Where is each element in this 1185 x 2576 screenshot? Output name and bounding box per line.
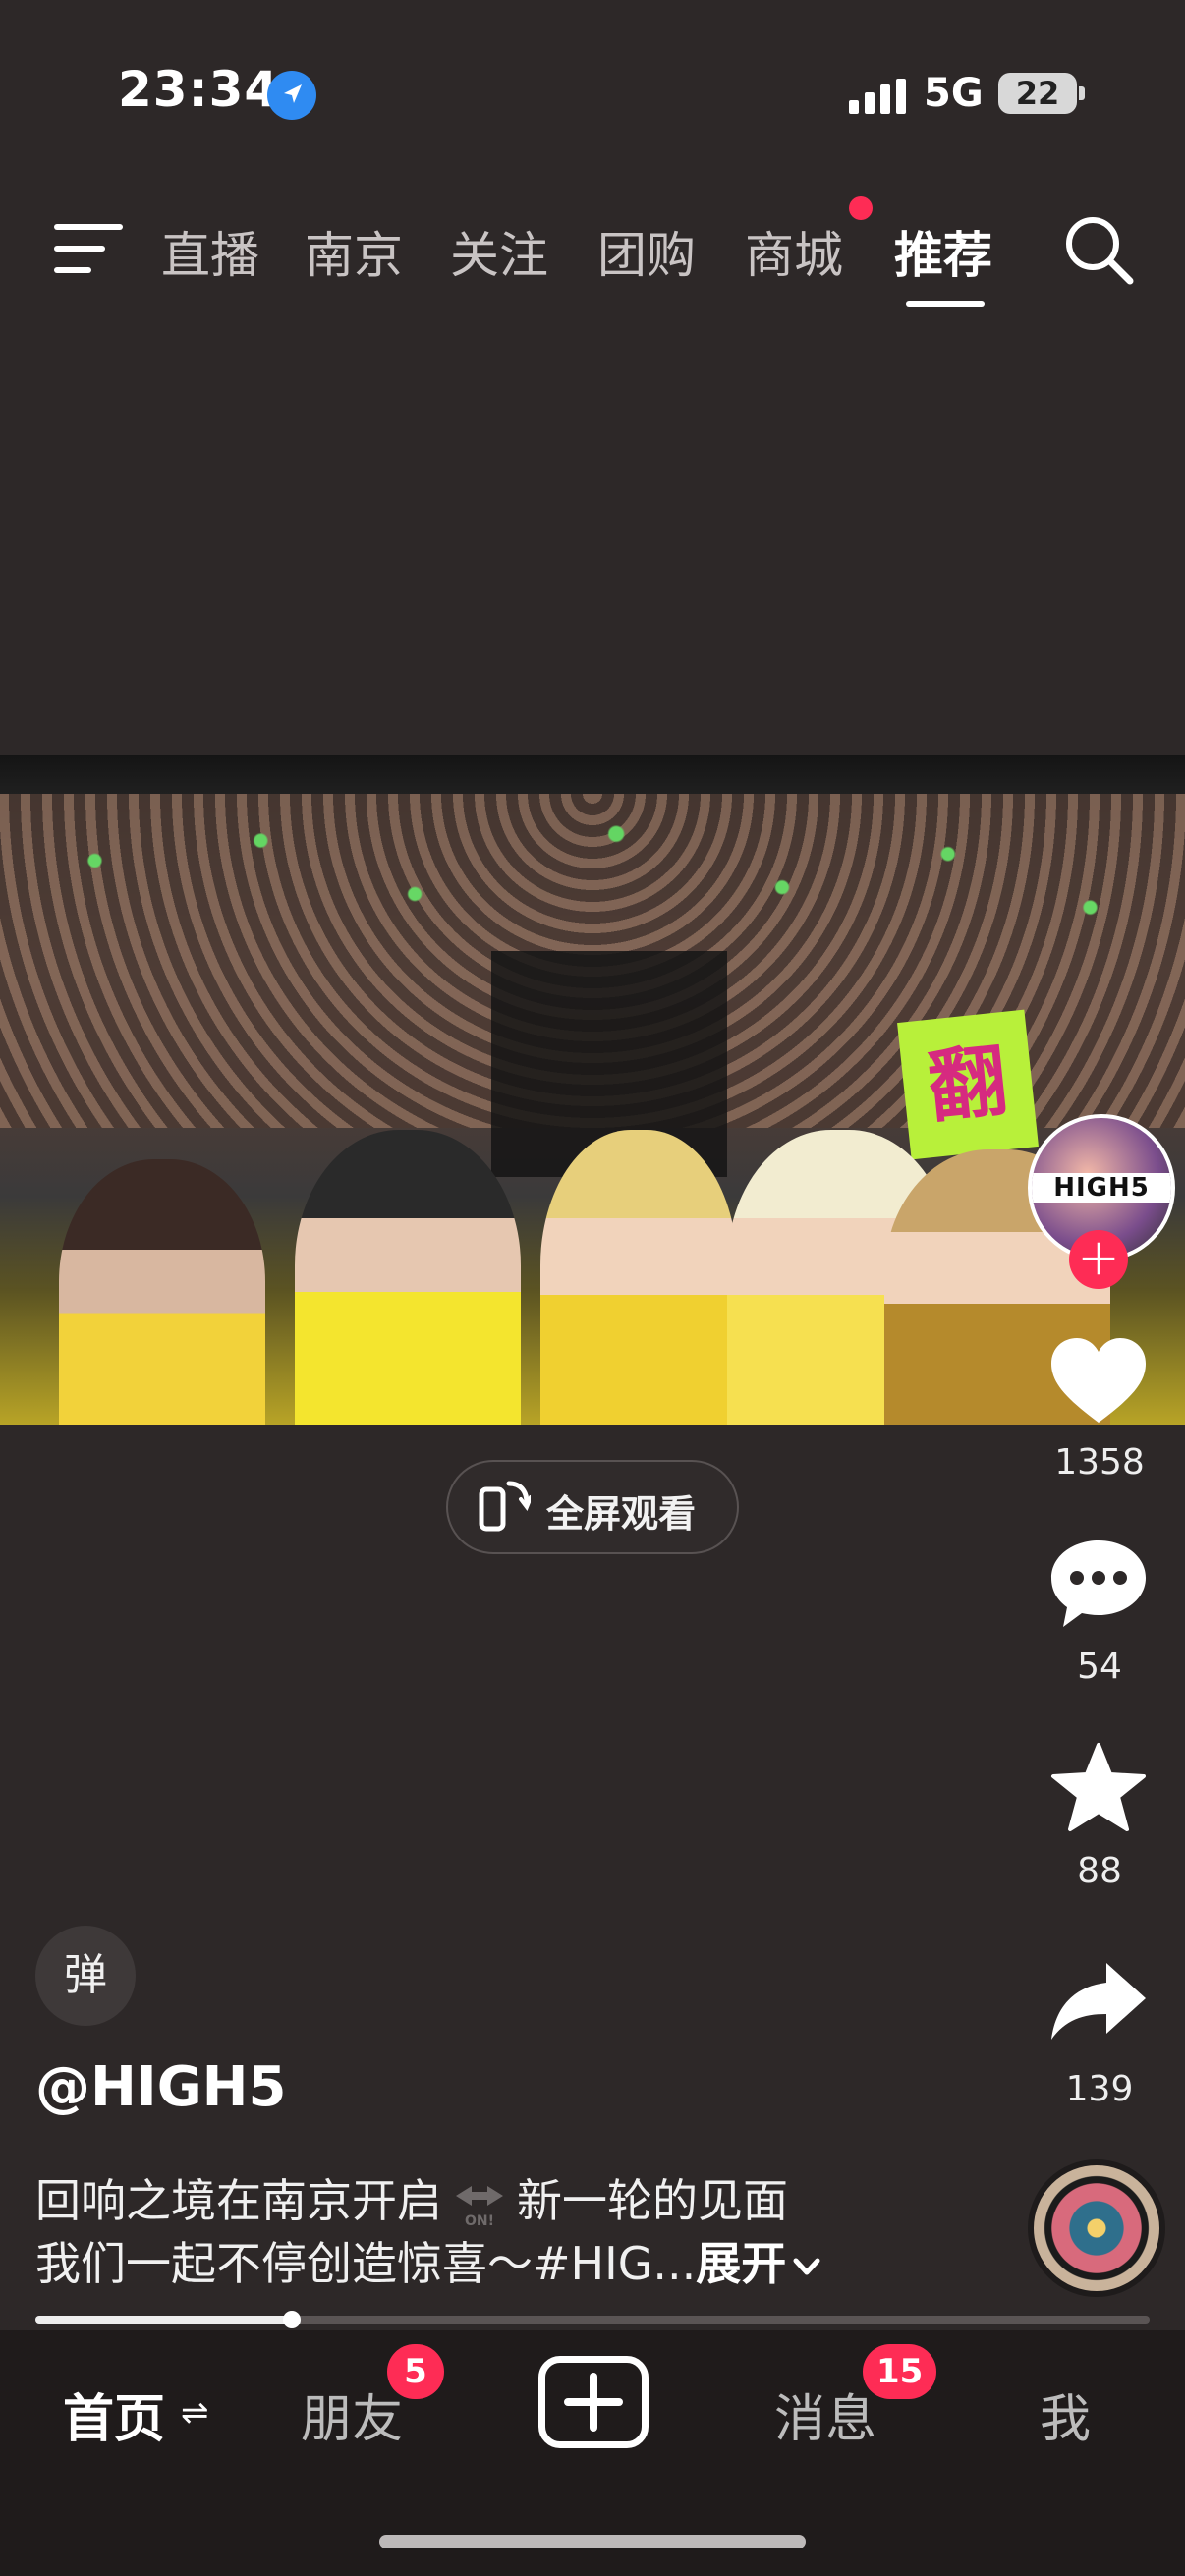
messages-badge: 15 — [863, 2344, 937, 2399]
caption-text-1a: 回响之境在南京开启 — [35, 2174, 442, 2227]
refresh-swap-icon: ⇌ — [181, 2393, 209, 2433]
home-indicator — [379, 2535, 806, 2548]
video-person — [59, 1159, 265, 1425]
author-name[interactable]: @HIGH5 — [35, 2055, 287, 2119]
tab-following[interactable]: 关注 — [450, 216, 548, 287]
progress-fill — [35, 2316, 292, 2324]
progress-thumb[interactable] — [283, 2311, 301, 2328]
tab-me[interactable]: 我 — [1040, 2378, 1091, 2451]
on-sticker-text: ON! — [465, 2213, 494, 2229]
tab-home[interactable]: 首页 — [63, 2378, 165, 2451]
caption-text-2: 我们一起不停创造惊喜～#HIG... — [35, 2237, 697, 2290]
heart-icon[interactable] — [1047, 1334, 1150, 1428]
comment-icon[interactable] — [1047, 1537, 1150, 1631]
rotate-screen-icon — [479, 1481, 531, 1532]
tab-messages[interactable]: 消息 — [774, 2378, 876, 2451]
search-icon[interactable] — [1061, 212, 1136, 287]
video-person — [295, 1130, 521, 1425]
battery-nub — [1079, 86, 1085, 100]
battery-icon: 22 — [998, 73, 1077, 114]
fan-sign: 翻 — [897, 1009, 1039, 1160]
plus-icon-vertical — [590, 2373, 597, 2432]
video-person — [540, 1130, 737, 1425]
tab-mall[interactable]: 商城 — [745, 216, 843, 287]
chevron-down-icon — [793, 2258, 820, 2274]
music-disc[interactable] — [1028, 2159, 1165, 2297]
signal-strength-icon — [849, 79, 906, 114]
network-type: 5G — [924, 71, 984, 116]
fullscreen-label[interactable]: 全屏观看 — [546, 1484, 696, 1538]
follow-button[interactable]: + — [1069, 1230, 1128, 1289]
location-arrow-icon — [267, 71, 316, 120]
caption-line-1: 回响之境在南京开启 ON! 新一轮的见面 — [35, 2165, 788, 2230]
share-icon[interactable] — [1047, 1955, 1150, 2049]
star-icon[interactable] — [1047, 1741, 1150, 1835]
tab-group-buy[interactable]: 团购 — [597, 216, 696, 287]
comment-count: 54 — [1077, 1647, 1122, 1687]
mall-notification-dot — [849, 196, 873, 220]
caption-text-1b: 新一轮的见面 — [517, 2174, 788, 2227]
avatar-logo-text: HIGH5 — [1032, 1173, 1171, 1203]
active-tab-underline — [906, 301, 985, 307]
like-count: 1358 — [1054, 1442, 1145, 1483]
favorite-count: 88 — [1077, 1851, 1122, 1891]
danmaku-button[interactable]: 弹 — [35, 1926, 136, 2026]
status-time: 23:34 — [118, 61, 280, 118]
tab-recommend[interactable]: 推荐 — [894, 216, 992, 287]
friends-badge: 5 — [387, 2344, 444, 2399]
tab-friends[interactable]: 朋友 — [301, 2378, 403, 2451]
on-sticker-icon: ON! — [456, 2185, 503, 2229]
share-count: 139 — [1065, 2069, 1134, 2109]
caption-line-2: 我们一起不停创造惊喜～#HIG...展开 — [35, 2228, 823, 2293]
tab-nanjing[interactable]: 南京 — [305, 216, 403, 287]
video-player[interactable]: 翻 — [0, 755, 1185, 1425]
expand-caption-button[interactable]: 展开 — [696, 2237, 786, 2290]
tab-live[interactable]: 直播 — [161, 216, 259, 287]
menu-icon[interactable] — [54, 224, 123, 273]
